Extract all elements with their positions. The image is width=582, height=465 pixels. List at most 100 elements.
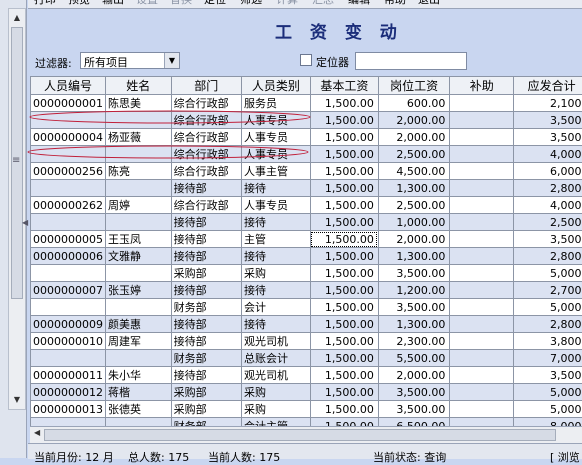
table-cell[interactable]: 0000000010	[31, 333, 106, 350]
locator-checkbox[interactable]	[300, 54, 312, 66]
table-cell[interactable]: 人事主管	[241, 163, 310, 180]
chevron-down-icon[interactable]: ▼	[164, 53, 179, 68]
table-cell[interactable]: 综合行政部	[171, 112, 241, 129]
table-cell[interactable]: 5,500.00	[378, 350, 450, 367]
table-cell[interactable]	[31, 180, 106, 197]
table-cell[interactable]	[31, 112, 106, 129]
menu-item[interactable]: 替换	[170, 0, 192, 6]
table-cell[interactable]: 0000000007	[31, 282, 106, 299]
table-cell[interactable]: 会计	[241, 299, 310, 316]
table-cell[interactable]: 1,500.00	[310, 231, 378, 248]
table-cell[interactable]: 3,500.	[514, 231, 582, 248]
table-row[interactable]: 0000000013张德英采购部采购1,500.003,500.005,000.	[31, 401, 582, 418]
table-row[interactable]: 0000000012蒋楷采购部采购1,500.003,500.005,000.	[31, 384, 582, 401]
table-cell[interactable]: 接待部	[171, 214, 241, 231]
table-cell[interactable]: 1,500.00	[310, 418, 378, 427]
table-cell[interactable]	[450, 163, 514, 180]
table-cell[interactable]: 张玉婷	[106, 282, 172, 299]
table-cell[interactable]: 1,500.00	[310, 197, 378, 214]
table-cell[interactable]: 1,300.00	[378, 248, 450, 265]
table-cell[interactable]: 综合行政部	[171, 163, 241, 180]
table-cell[interactable]: 0000000256	[31, 163, 106, 180]
table-cell[interactable]: 蒋楷	[106, 384, 172, 401]
table-cell[interactable]	[450, 333, 514, 350]
table-cell[interactable]: 1,200.00	[378, 282, 450, 299]
table-cell[interactable]	[450, 418, 514, 427]
table-cell[interactable]: 1,500.00	[310, 146, 378, 163]
table-cell[interactable]: 1,500.00	[310, 401, 378, 418]
table-row[interactable]: 采购部采购1,500.003,500.005,000.	[31, 265, 582, 282]
table-cell[interactable]	[31, 146, 106, 163]
table-cell[interactable]: 财务部	[171, 299, 241, 316]
table-cell[interactable]	[31, 214, 106, 231]
table-cell[interactable]: 1,500.00	[310, 214, 378, 231]
table-row[interactable]: 0000000006文雅静接待部接待1,500.001,300.002,800.	[31, 248, 582, 265]
table-cell[interactable]: 2,000.00	[378, 231, 450, 248]
scroll-down-arrow-icon[interactable]: ▼	[9, 393, 25, 407]
table-row[interactable]: 0000000011朱小华接待部观光司机1,500.002,000.003,50…	[31, 367, 582, 384]
table-cell[interactable]: 2,000.00	[378, 367, 450, 384]
table-cell[interactable]: 1,500.00	[310, 367, 378, 384]
horizontal-scrollbar[interactable]: ◀	[30, 426, 582, 443]
menu-item[interactable]: 计算	[276, 0, 298, 6]
table-cell[interactable]: 5,000.	[514, 401, 582, 418]
table-row[interactable]: 0000000001陈思美综合行政部服务员1,500.00600.002,100…	[31, 95, 582, 112]
table-cell[interactable]: 采购	[241, 265, 310, 282]
table-row[interactable]: 0000000256陈亮综合行政部人事主管1,500.004,500.006,0…	[31, 163, 582, 180]
table-cell[interactable]: 0000000004	[31, 129, 106, 146]
scroll-up-arrow-icon[interactable]: ▲	[9, 11, 25, 25]
table-cell[interactable]: 4,000.	[514, 146, 582, 163]
table-row[interactable]: 综合行政部人事专员1,500.002,000.003,500.	[31, 112, 582, 129]
table-cell[interactable]	[450, 265, 514, 282]
column-header[interactable]: 应发合计	[514, 77, 582, 95]
table-cell[interactable]: 2,300.00	[378, 333, 450, 350]
table-cell[interactable]	[106, 146, 172, 163]
table-cell[interactable]: 4,500.00	[378, 163, 450, 180]
table-cell[interactable]: 1,500.00	[310, 350, 378, 367]
table-cell[interactable]: 接待部	[171, 248, 241, 265]
table-cell[interactable]: 采购部	[171, 401, 241, 418]
table-cell[interactable]	[31, 350, 106, 367]
table-cell[interactable]: 1,500.00	[310, 248, 378, 265]
table-row[interactable]: 0000000262周婷综合行政部人事专员1,500.002,500.004,0…	[31, 197, 582, 214]
column-header[interactable]: 人员编号	[31, 77, 106, 95]
table-row[interactable]: 财务部总账会计1,500.005,500.007,000.	[31, 350, 582, 367]
table-cell[interactable]: 6,000.	[514, 163, 582, 180]
table-cell[interactable]: 杨亚薇	[106, 129, 172, 146]
table-cell[interactable]: 朱小华	[106, 367, 172, 384]
table-cell[interactable]	[450, 350, 514, 367]
menu-item[interactable]: 帮助	[384, 0, 406, 6]
table-cell[interactable]: 0000000001	[31, 95, 106, 112]
table-cell[interactable]: 0000000012	[31, 384, 106, 401]
table-cell[interactable]: 财务部	[171, 350, 241, 367]
menu-item[interactable]: 退出	[418, 0, 440, 6]
table-cell[interactable]: 总账会计	[241, 350, 310, 367]
column-header[interactable]: 岗位工资	[378, 77, 450, 95]
table-cell[interactable]: 1,500.00	[310, 316, 378, 333]
table-cell[interactable]: 接待	[241, 248, 310, 265]
table-cell[interactable]: 接待	[241, 180, 310, 197]
table-cell[interactable]	[450, 180, 514, 197]
table-cell[interactable]: 0000000011	[31, 367, 106, 384]
table-cell[interactable]: 采购部	[171, 384, 241, 401]
table-cell[interactable]: 王玉凤	[106, 231, 172, 248]
table-cell[interactable]: 2,800.	[514, 248, 582, 265]
table-row[interactable]: 0000000010周建军接待部观光司机1,500.002,300.003,80…	[31, 333, 582, 350]
table-cell[interactable]: 接待部	[171, 333, 241, 350]
table-cell[interactable]: 1,500.00	[310, 265, 378, 282]
table-cell[interactable]: 5,000.	[514, 299, 582, 316]
table-cell[interactable]: 3,800.	[514, 333, 582, 350]
table-cell[interactable]: 2,500.00	[378, 197, 450, 214]
table-cell[interactable]	[450, 129, 514, 146]
table-cell[interactable]: 1,500.00	[310, 384, 378, 401]
table-cell[interactable]: 6,500.00	[378, 418, 450, 427]
locator-input[interactable]	[355, 52, 467, 70]
table-cell[interactable]	[450, 384, 514, 401]
table-cell[interactable]: 0000000009	[31, 316, 106, 333]
table-cell[interactable]: 人事专员	[241, 146, 310, 163]
table-cell[interactable]: 综合行政部	[171, 146, 241, 163]
table-cell[interactable]: 主管	[241, 231, 310, 248]
table-cell[interactable]: 接待部	[171, 316, 241, 333]
table-cell[interactable]	[450, 231, 514, 248]
table-cell[interactable]: 0000000005	[31, 231, 106, 248]
